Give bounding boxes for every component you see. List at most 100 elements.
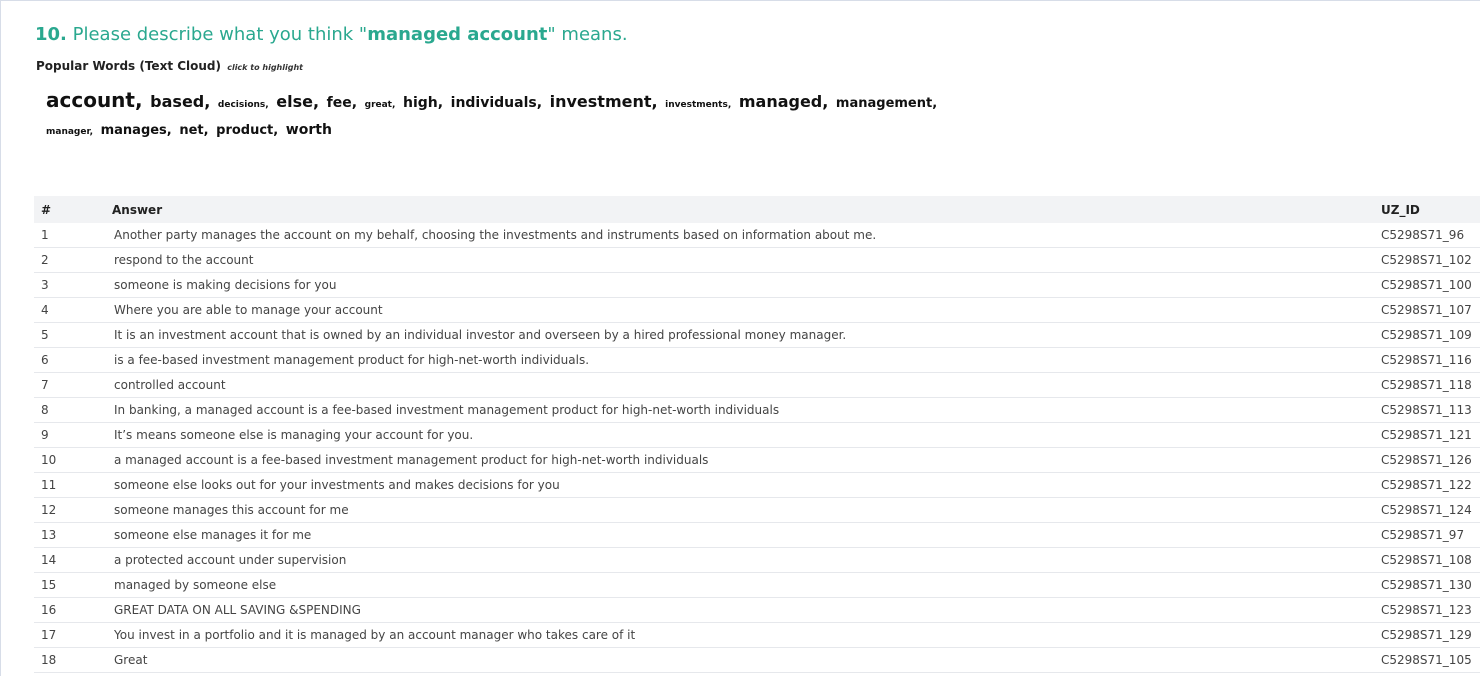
table-row: 15 managed by someone else C5298S71_130: [34, 572, 1480, 598]
question-number: 10.: [35, 24, 67, 45]
row-uz-id: C5298S71_113: [1381, 397, 1480, 423]
text-cloud-hint: click to highlight: [227, 63, 303, 72]
question-suffix: " means.: [547, 24, 628, 45]
table-row: 2 respond to the account C5298S71_102: [34, 247, 1480, 273]
table-row: 16 GREAT DATA ON ALL SAVING &SPENDING C529…: [34, 597, 1480, 623]
row-uz-id: C5298S71_107: [1381, 297, 1480, 323]
question-panel: 10. Please describe what you think "mana…: [0, 0, 1480, 676]
cloud-word[interactable]: worth: [286, 122, 332, 138]
row-uz-id: C5298S71_97: [1381, 522, 1480, 548]
row-number: 15: [34, 572, 103, 598]
row-uz-id: C5298S71_102: [1381, 247, 1480, 273]
cloud-word[interactable]: based,: [150, 92, 210, 111]
row-answer: It is an investment account that is owne…: [103, 322, 1381, 348]
table-row: 5 It is an investment account that is own…: [34, 322, 1480, 348]
row-uz-id: C5298S71_118: [1381, 372, 1480, 398]
cloud-word[interactable]: account,: [46, 88, 143, 112]
row-uz-id: C5298S71_122: [1381, 472, 1480, 498]
table-row: 7 controlled account C5298S71_118: [34, 372, 1480, 398]
row-uz-id: C5298S71_129: [1381, 622, 1480, 648]
table-row: 3 someone is making decisions for you C529…: [34, 272, 1480, 298]
question-term: managed account: [367, 24, 548, 45]
row-answer: is a fee-based investment management pro…: [103, 347, 1381, 373]
row-answer: managed by someone else: [103, 572, 1381, 598]
question-prefix: Please describe what you think ": [72, 24, 368, 45]
table-row: 11 someone else looks out for your invest…: [34, 472, 1480, 498]
cloud-word[interactable]: decisions,: [218, 100, 269, 110]
row-number: 6: [34, 347, 103, 373]
row-answer: someone manages this account for me: [103, 497, 1381, 523]
row-answer: someone else looks out for your investme…: [103, 472, 1381, 498]
row-uz-id: C5298S71_123: [1381, 597, 1480, 623]
cloud-word[interactable]: manager,: [46, 127, 93, 137]
row-number: 11: [34, 472, 103, 498]
row-answer: It’s means someone else is managing your…: [103, 422, 1381, 448]
row-uz-id: C5298S71_96: [1381, 223, 1480, 248]
text-cloud-title: Popular Words (Text Cloud): [36, 59, 222, 73]
row-uz-id: C5298S71_124: [1381, 497, 1480, 523]
row-number: 9: [34, 422, 103, 448]
cloud-word[interactable]: individuals,: [451, 95, 542, 111]
row-number: 8: [34, 397, 103, 423]
row-number: 10: [34, 447, 103, 473]
cloud-word[interactable]: managed,: [739, 92, 829, 111]
cloud-word[interactable]: great,: [365, 100, 396, 110]
row-number: 17: [34, 622, 103, 648]
cloud-word[interactable]: management,: [836, 96, 937, 111]
table-row: 9 It’s means someone else is managing you…: [34, 422, 1480, 448]
row-number: 2: [34, 247, 103, 273]
row-uz-id: C5298S71_105: [1381, 647, 1480, 673]
row-number: 14: [34, 547, 103, 573]
table-row: 13 someone else manages it for me C5298S71…: [34, 522, 1480, 548]
row-uz-id: C5298S71_109: [1381, 322, 1480, 348]
table-row: 1 Another party manages the account on my…: [34, 223, 1480, 248]
row-answer: someone else manages it for me: [103, 522, 1381, 548]
cloud-word[interactable]: product,: [216, 123, 278, 138]
header-number[interactable]: #: [34, 196, 103, 223]
table-row: 4 Where you are able to manage your accou…: [34, 297, 1480, 323]
text-cloud: account, based, decisions, else, fee, gr…: [46, 89, 946, 144]
row-number: 7: [34, 372, 103, 398]
row-answer: You invest in a portfolio and it is mana…: [103, 622, 1381, 648]
row-number: 13: [34, 522, 103, 548]
row-answer: In banking, a managed account is a fee-b…: [103, 397, 1381, 423]
answers-table-body: 1 Another party manages the account on my…: [34, 223, 1480, 673]
cloud-word[interactable]: high,: [403, 95, 443, 111]
answers-table-header: # Answer UZ_ID: [34, 196, 1480, 223]
table-row: 6 is a fee-based investment management pr…: [34, 347, 1480, 373]
row-number: 12: [34, 497, 103, 523]
header-row: # Answer UZ_ID: [34, 196, 1480, 223]
row-answer: controlled account: [103, 372, 1381, 398]
table-row: 14 a protected account under supervision C…: [34, 547, 1480, 573]
row-uz-id: C5298S71_108: [1381, 547, 1480, 573]
question-title: 10. Please describe what you think "mana…: [35, 24, 628, 45]
cloud-word[interactable]: investment,: [550, 92, 658, 111]
header-uz-id[interactable]: UZ_ID: [1381, 196, 1480, 223]
cloud-word[interactable]: investments,: [665, 100, 731, 110]
row-uz-id: C5298S71_100: [1381, 272, 1480, 298]
cloud-word[interactable]: net,: [179, 123, 208, 138]
row-uz-id: C5298S71_116: [1381, 347, 1480, 373]
cloud-word[interactable]: fee,: [327, 95, 357, 111]
table-row: 10 a managed account is a fee-based inves…: [34, 447, 1480, 473]
row-uz-id: C5298S71_130: [1381, 572, 1480, 598]
table-row: 8 In banking, a managed account is a fee-…: [34, 397, 1480, 423]
row-answer: a managed account is a fee-based investm…: [103, 447, 1381, 473]
row-answer: Great: [103, 647, 1381, 673]
row-number: 4: [34, 297, 103, 323]
table-row: 18 Great C5298S71_105: [34, 647, 1480, 673]
row-answer: respond to the account: [103, 247, 1381, 273]
text-cloud-heading: Popular Words (Text Cloud) click to high…: [36, 59, 303, 73]
row-answer: Where you are able to manage your accoun…: [103, 297, 1381, 323]
row-number: 16: [34, 597, 103, 623]
header-answer[interactable]: Answer: [103, 196, 1381, 223]
row-number: 5: [34, 322, 103, 348]
cloud-word[interactable]: else,: [276, 92, 319, 111]
answers-table: # Answer UZ_ID 1 Another party manages th…: [34, 196, 1480, 673]
row-answer: Another party manages the account on my …: [103, 223, 1381, 248]
answers-table-container: # Answer UZ_ID 1 Another party manages th…: [34, 196, 1480, 673]
row-uz-id: C5298S71_121: [1381, 422, 1480, 448]
row-answer: a protected account under supervision: [103, 547, 1381, 573]
row-uz-id: C5298S71_126: [1381, 447, 1480, 473]
cloud-word[interactable]: manages,: [101, 123, 172, 138]
